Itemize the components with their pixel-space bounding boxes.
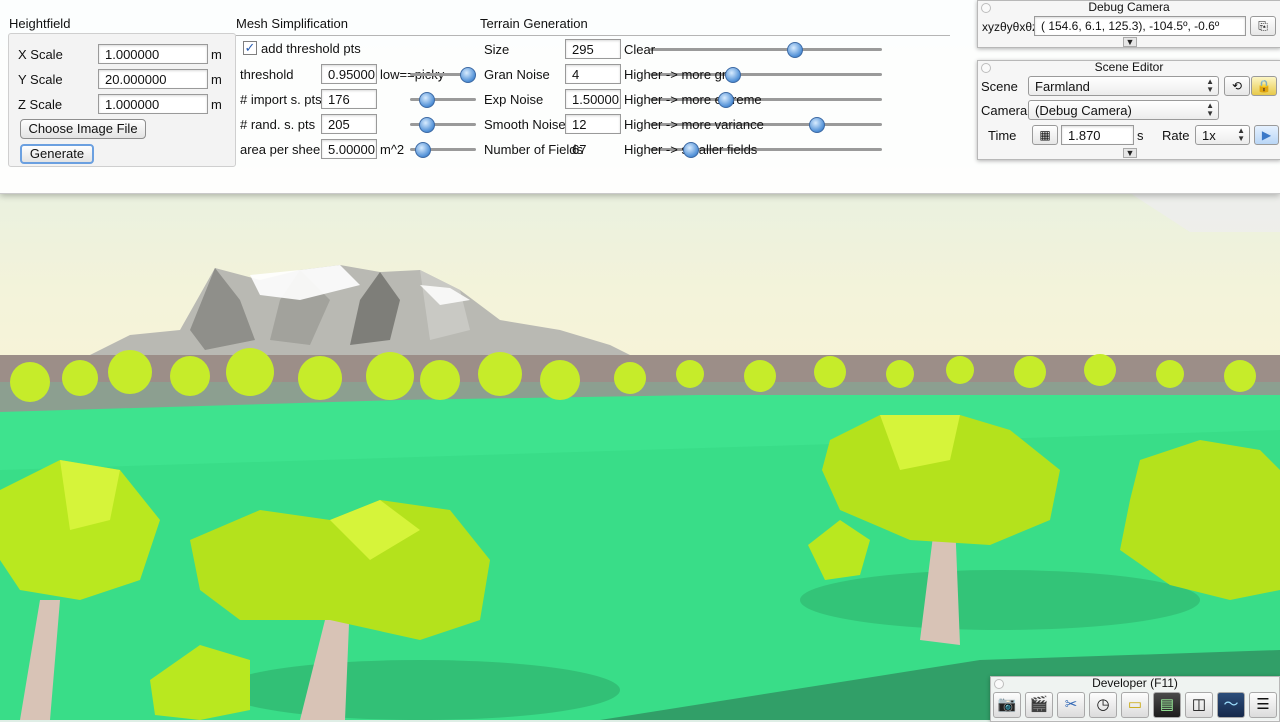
camera-coordinate-field[interactable]: ( 154.6, 6.1, 125.3), -104.5º, -0.6º: [1034, 16, 1246, 36]
z-scale-unit: m: [211, 97, 222, 112]
copy-coordinates-icon[interactable]: ⎘: [1250, 16, 1276, 36]
note-icon[interactable]: ▭: [1121, 692, 1149, 718]
smooth-noise-input[interactable]: 12: [565, 114, 621, 134]
select-arrows-icon: ▲ ▼: [1206, 101, 1214, 118]
time-unit: s: [1137, 128, 1144, 143]
heightfield-title: Heightfield: [9, 16, 71, 31]
rand-pts-slider-knob[interactable]: [419, 117, 435, 133]
size-label: Size: [484, 42, 510, 57]
terminal-icon[interactable]: ▤: [1153, 692, 1181, 718]
gran-noise-hint: Higher -> more gran: [624, 67, 741, 82]
rate-label: Rate: [1162, 128, 1190, 143]
chevron-down-icon[interactable]: ▼: [1123, 37, 1137, 47]
rate-select[interactable]: 1x ▲ ▼: [1195, 125, 1250, 145]
rand-pts-input[interactable]: 205: [321, 114, 377, 134]
time-label: Time: [988, 128, 1017, 143]
smooth-noise-slider-knob[interactable]: [809, 117, 825, 133]
number-of-fields-slider-knob[interactable]: [683, 142, 699, 158]
size-slider-track[interactable]: [650, 48, 882, 51]
choose-image-file-button[interactable]: Choose Image File: [20, 119, 146, 139]
import-pts-input[interactable]: 176: [321, 89, 377, 109]
camera-select-value: (Debug Camera): [1035, 103, 1132, 118]
scene-select[interactable]: Farmland ▲ ▼: [1028, 76, 1219, 96]
size-input[interactable]: 295: [565, 39, 621, 59]
z-scale-input[interactable]: 1.000000: [98, 94, 208, 114]
area-per-sheep-slider-knob[interactable]: [415, 142, 431, 158]
lock-icon[interactable]: 🔒: [1251, 76, 1277, 96]
gran-noise-input[interactable]: 4: [565, 64, 621, 84]
clapperboard-icon[interactable]: 🎬: [1025, 692, 1053, 718]
generate-button[interactable]: Generate: [20, 144, 94, 164]
windows-icon[interactable]: ◫: [1185, 692, 1213, 718]
film-strip-icon[interactable]: ▦: [1032, 125, 1058, 145]
camera-icon[interactable]: 📷: [993, 692, 1021, 718]
size-hint: Clear: [624, 42, 656, 57]
terrain-generation-title: Terrain Generation: [480, 16, 588, 31]
exp-noise-label: Exp Noise: [484, 92, 544, 107]
y-scale-unit: m: [211, 72, 222, 87]
gran-noise-slider-knob[interactable]: [725, 67, 741, 83]
wrench-icon[interactable]: ✂: [1057, 692, 1085, 718]
scene-editor-window: Scene Editor Scene Farmland ▲ ▼ ⟲ 🔒 Camer…: [977, 60, 1280, 160]
camera-select[interactable]: (Debug Camera) ▲ ▼: [1028, 100, 1219, 120]
threshold-input[interactable]: 0.95000: [321, 64, 377, 84]
smooth-noise-label: Smooth Noise: [484, 117, 566, 132]
camera-label: Camera: [981, 103, 1028, 118]
import-pts-label: # import s. pts: [240, 92, 322, 107]
y-scale-input[interactable]: 20.000000: [98, 69, 208, 89]
heightfield-group: X Scale 1.000000 m Y Scale 20.000000 m Z…: [8, 33, 236, 167]
developer-window: Developer (F11) 📷 🎬 ✂ ◷ ▭ ▤ ◫ 〜 ☰: [990, 676, 1280, 722]
scene-select-value: Farmland: [1035, 79, 1090, 94]
play-icon[interactable]: ▶: [1254, 125, 1279, 145]
x-scale-label: X Scale: [18, 47, 63, 62]
clock-icon[interactable]: ◷: [1089, 692, 1117, 718]
scene-label: Scene: [981, 79, 1018, 94]
add-threshold-label: add threshold pts: [261, 41, 361, 56]
select-arrows-icon: ▲ ▼: [1206, 77, 1214, 94]
area-per-sheep-input[interactable]: 5.00000: [321, 139, 377, 159]
debug-camera-title: Debug Camera: [1088, 0, 1170, 14]
section-divider: [236, 35, 950, 36]
developer-title: Developer (F11): [1092, 676, 1178, 690]
add-threshold-checkbox[interactable]: ✓: [243, 41, 257, 55]
area-per-sheep-label: area per sheep: [240, 142, 328, 157]
waveform-icon[interactable]: 〜: [1217, 692, 1245, 718]
y-scale-label: Y Scale: [18, 72, 63, 87]
area-per-sheep-unit: m^2: [380, 142, 405, 157]
import-pts-slider-knob[interactable]: [419, 92, 435, 108]
exp-noise-hint: Higher -> more extreme: [624, 92, 762, 107]
x-scale-input[interactable]: 1.000000: [98, 44, 208, 64]
select-arrows-icon: ▲ ▼: [1237, 126, 1245, 143]
rand-pts-label: # rand. s. pts: [240, 117, 316, 132]
rate-select-value: 1x: [1202, 128, 1216, 143]
threshold-slider-knob[interactable]: [460, 67, 476, 83]
chevron-down-icon[interactable]: ▼: [1123, 148, 1137, 158]
z-scale-label: Z Scale: [18, 97, 63, 112]
threshold-label: threshold: [240, 67, 294, 82]
time-input[interactable]: 1.870: [1061, 125, 1134, 145]
number-of-fields-input[interactable]: 67: [565, 139, 621, 159]
exp-noise-input[interactable]: 1.50000: [565, 89, 621, 109]
debug-camera-window: Debug Camera xyzθyθxθz ( 154.6, 6.1, 125…: [977, 0, 1280, 48]
x-scale-unit: m: [211, 47, 222, 62]
exp-noise-slider-knob[interactable]: [718, 92, 734, 108]
smooth-noise-hint: Higher -> more variance: [624, 117, 764, 132]
gran-noise-label: Gran Noise: [484, 67, 550, 82]
document-icon[interactable]: ☰: [1249, 692, 1277, 718]
size-slider-knob[interactable]: [787, 42, 803, 58]
scene-editor-title: Scene Editor: [1094, 60, 1164, 74]
coordinate-label: xyzθyθxθz: [982, 20, 1039, 34]
reload-scene-icon[interactable]: ⟲: [1224, 76, 1250, 96]
mesh-simplification-title: Mesh Simplification: [236, 16, 348, 31]
